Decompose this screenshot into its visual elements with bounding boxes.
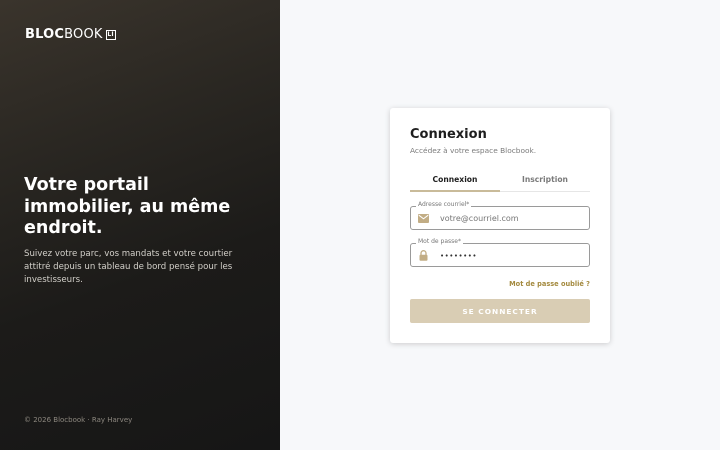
tab-inscription[interactable]: Inscription	[500, 171, 590, 192]
auth-tabs: Connexion Inscription	[410, 171, 590, 192]
logo-text-light: BOOK	[64, 27, 103, 42]
hero-title: Votre portail immobilier, au même endroi…	[24, 175, 231, 239]
login-card: Connexion Accédez à votre espace Blocboo…	[390, 108, 610, 343]
email-field: Adresse courriel*	[410, 202, 590, 230]
password-label: Mot de passe*	[416, 238, 463, 245]
lock-icon	[418, 250, 429, 261]
footer-copyright: © 2026 Blocbook · Ray Harvey	[24, 416, 133, 424]
password-field: Mot de passe*	[410, 239, 590, 267]
login-title: Connexion	[410, 127, 487, 142]
logo-badge: LI	[105, 29, 116, 40]
mail-icon	[418, 213, 429, 224]
email-label: Adresse courriel*	[416, 201, 472, 208]
forgot-password-link[interactable]: Mot de passe oublié ?	[509, 280, 590, 288]
brand-panel: BLOC BOOK LI Votre portail immobilier, au…	[0, 0, 280, 450]
logo[interactable]: BLOC BOOK LI	[25, 27, 116, 42]
email-input[interactable]	[440, 211, 580, 226]
password-input[interactable]	[440, 248, 580, 263]
tab-connexion[interactable]: Connexion	[410, 171, 500, 192]
hero-description: Suivez votre parc, vos mandats et votre …	[24, 249, 233, 286]
login-subtitle: Accédez à votre espace Blocbook.	[410, 146, 537, 155]
login-submit-button[interactable]: SE CONNECTER	[410, 299, 590, 323]
logo-text-bold: BLOC	[25, 27, 65, 42]
